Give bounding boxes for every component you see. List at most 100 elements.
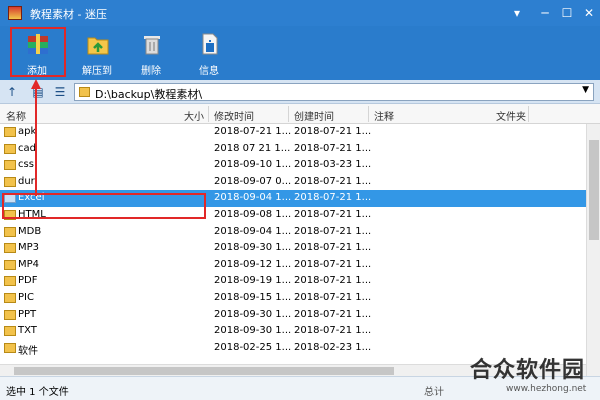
file-created: 2018-02-23 1...	[294, 341, 372, 353]
folder-icon	[79, 87, 90, 97]
file-row[interactable]: dur 2018-09-07 0... 2018-07-21 1...	[0, 174, 586, 191]
file-created: 2018-07-21 1...	[294, 292, 372, 303]
file-modified: 2018-07-21 1...	[214, 126, 292, 137]
toolbar: 添加 解压到 删除 信息	[0, 26, 600, 80]
file-modified: 2018-09-08 1...	[214, 209, 292, 220]
close-button[interactable]: ✕	[578, 4, 600, 22]
column-name[interactable]: 名称	[6, 108, 26, 123]
vertical-scrollbar[interactable]	[586, 124, 600, 376]
file-modified: 2018-09-04 1...	[214, 192, 292, 204]
file-modified: 2018-09-12 1...	[214, 258, 292, 270]
file-modified: 2018-09-10 1...	[214, 159, 292, 171]
file-created: 2018-07-21 1...	[294, 242, 372, 254]
file-modified: 2018-09-30 1...	[214, 308, 292, 320]
path-text: D:\backup\教程素材\	[95, 88, 203, 101]
file-name: cad	[18, 142, 36, 154]
file-row[interactable]: css 2018-09-10 1... 2018-03-23 1...	[0, 157, 586, 174]
file-row[interactable]: MP4 2018-09-12 1... 2018-07-21 1...	[0, 257, 586, 274]
file-row[interactable]: MP3 2018-09-30 1... 2018-07-21 1...	[0, 240, 586, 257]
add-button-highlight	[10, 27, 66, 77]
folder-icon	[4, 226, 16, 237]
maximize-button[interactable]: ☐	[556, 4, 578, 22]
file-created: 2018-07-21 1...	[294, 258, 372, 270]
folder-icon	[4, 143, 16, 154]
column-size[interactable]: 大小	[184, 108, 204, 123]
file-name: PIC	[18, 292, 34, 303]
file-modified: 2018 07 21 1...	[214, 142, 291, 154]
folder-icon	[4, 342, 16, 353]
info-label: 信息	[199, 66, 219, 77]
folder-icon	[4, 276, 16, 287]
folder-icon	[4, 243, 16, 254]
window-title: 教程素材 - 迷压	[30, 8, 107, 21]
folder-icon	[4, 309, 16, 320]
file-name: PPT	[18, 308, 37, 320]
file-created: 2018-07-21 1...	[294, 308, 372, 320]
folder-icon	[4, 326, 16, 337]
file-created: 2018-07-21 1...	[294, 175, 372, 187]
file-created: 2018-07-21 1...	[294, 209, 372, 220]
minimize-button[interactable]: ─	[534, 4, 556, 22]
file-created: 2018-03-23 1...	[294, 159, 372, 171]
folder-icon	[4, 127, 16, 137]
column-comment[interactable]: 注释	[374, 108, 394, 123]
extract-folder-icon	[87, 37, 109, 55]
file-modified: 2018-09-04 1...	[214, 225, 292, 237]
file-modified: 2018-09-19 1...	[214, 275, 292, 287]
file-modified: 2018-09-30 1...	[214, 325, 292, 337]
address-bar: ↑ ▤ ☰ D:\backup\教程素材\ ▼	[0, 80, 600, 104]
file-created: 2018-07-21 1...	[294, 225, 372, 237]
watermark-logo: 合众软件园	[470, 358, 586, 383]
folder-icon	[4, 176, 16, 187]
excel-row-highlight	[2, 193, 206, 219]
view-list-icon[interactable]: ☰	[52, 84, 68, 100]
file-created: 2018-07-21 1...	[294, 126, 372, 137]
watermark-url: www.hezhong.net	[506, 384, 587, 394]
info-icon	[202, 33, 218, 55]
column-header: 名称 大小 修改时间 创建时间 注释 文件夹	[0, 104, 600, 124]
file-modified: 2018-09-15 1...	[214, 292, 292, 303]
file-row[interactable]: TXT 2018-09-30 1... 2018-07-21 1...	[0, 323, 586, 340]
folder-icon	[4, 293, 16, 303]
file-name: 软件	[18, 345, 38, 357]
file-row[interactable]: PIC 2018-09-15 1... 2018-07-21 1...	[0, 290, 586, 307]
file-row[interactable]: MDB 2018-09-04 1... 2018-07-21 1...	[0, 224, 586, 241]
column-modified[interactable]: 修改时间	[214, 108, 254, 123]
folder-icon	[4, 160, 16, 171]
file-name: TXT	[18, 325, 37, 337]
extract-to-button[interactable]: 解压到	[74, 30, 120, 77]
file-modified: 2018-09-07 0...	[214, 175, 292, 187]
view-details-icon[interactable]: ▤	[30, 84, 46, 100]
selection-status: 选中 1 个文件	[6, 387, 69, 398]
delete-button[interactable]: 删除	[128, 30, 174, 77]
total-status: 总计	[424, 387, 444, 398]
file-name: MDB	[18, 225, 42, 237]
file-row[interactable]: PPT 2018-09-30 1... 2018-07-21 1...	[0, 307, 586, 324]
info-button[interactable]: 信息	[186, 30, 232, 77]
file-name: MP4	[18, 258, 40, 270]
file-name: dur	[18, 175, 35, 187]
column-folder[interactable]: 文件夹	[496, 108, 526, 123]
horizontal-scroll-thumb[interactable]	[14, 367, 394, 375]
file-list: apk 2018-07-21 1... 2018-07-21 1... cad 2018…	[0, 124, 586, 364]
file-row[interactable]: cad 2018 07 21 1... 2018-07-21 1...	[0, 141, 586, 158]
file-created: 2018-07-21 1...	[294, 275, 372, 287]
trash-icon	[144, 36, 160, 55]
file-modified: 2018-02-25 1...	[214, 341, 292, 353]
column-created[interactable]: 创建时间	[294, 108, 334, 123]
file-name: css	[18, 159, 34, 171]
folder-icon	[4, 259, 16, 270]
chevron-down-icon[interactable]: ▼	[582, 85, 589, 95]
extract-to-label: 解压到	[82, 66, 112, 77]
path-input[interactable]: D:\backup\教程素材\ ▼	[74, 83, 594, 101]
file-row[interactable]: apk 2018-07-21 1... 2018-07-21 1...	[0, 124, 586, 141]
file-created: 2018-07-21 1...	[294, 325, 372, 337]
file-created: 2018-07-21 1...	[294, 192, 372, 204]
vertical-scroll-thumb[interactable]	[589, 140, 599, 240]
file-modified: 2018-09-30 1...	[214, 242, 292, 254]
file-row[interactable]: PDF 2018-09-19 1... 2018-07-21 1...	[0, 273, 586, 290]
file-name: MP3	[18, 242, 40, 254]
menu-icon[interactable]: ▾	[506, 4, 528, 22]
app-icon	[8, 6, 22, 20]
up-arrow-icon[interactable]: ↑	[4, 84, 20, 100]
